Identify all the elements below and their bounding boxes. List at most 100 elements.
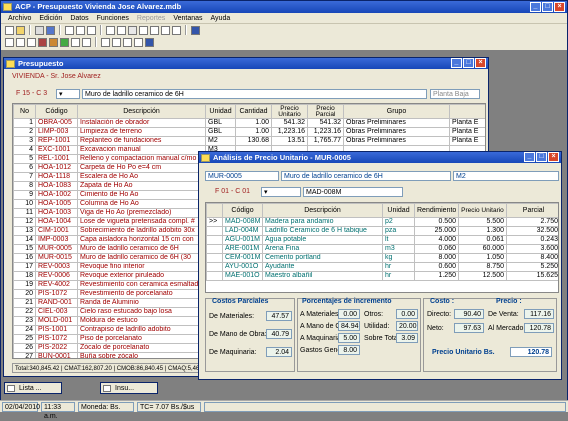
analisis-title-bar[interactable]: Análisis de Precio Unitario - MUR-0005 _…: [199, 152, 561, 163]
row-code[interactable]: ARE-001M: [222, 244, 263, 254]
row-code[interactable]: HOA-1004: [35, 217, 78, 227]
row-description[interactable]: Carpeta de Ho Po e=4 cm: [77, 163, 206, 173]
child-close-button[interactable]: ×: [475, 58, 486, 68]
row-number[interactable]: 23: [13, 316, 36, 326]
table-row[interactable]: 2 LIMP-003 Limpieza de terreno GBL 1.00 1,223…: [13, 127, 485, 137]
row-partial-price[interactable]: 1,223.16: [307, 127, 344, 137]
list-icon[interactable]: [139, 25, 148, 35]
grid-icon[interactable]: [106, 25, 115, 35]
child-maximize-button[interactable]: □: [463, 58, 474, 68]
costos-mano-value[interactable]: 40.79: [266, 329, 292, 339]
row-extra[interactable]: Planta E: [449, 118, 485, 128]
row-description[interactable]: Zócalo de porcelanato: [77, 343, 206, 353]
table-row[interactable]: AYU-001O Ayudante hr 0.600 8.750 5.250: [206, 262, 558, 272]
row-marker[interactable]: [206, 262, 223, 272]
row-description[interactable]: Excavacion manual: [77, 145, 206, 155]
save-icon[interactable]: [46, 25, 55, 35]
table-row[interactable]: >> MAD-008M Madera para andamio p2 0.500 5.50…: [206, 217, 558, 227]
row-description[interactable]: Revoque fino interior: [77, 262, 206, 272]
row-description[interactable]: Viga de Ho Ao (premezclado): [77, 208, 206, 218]
row-code[interactable]: MAD-008M: [222, 217, 263, 227]
row-number[interactable]: 6: [13, 163, 36, 173]
row-unit-price[interactable]: 1.050: [458, 253, 507, 263]
minimize-button[interactable]: _: [530, 2, 541, 12]
menu-datos[interactable]: Datos: [66, 13, 92, 23]
row-unit-price[interactable]: 1,223.16: [271, 127, 308, 137]
row-code[interactable]: REL-1001: [35, 154, 78, 164]
row-number[interactable]: 2: [13, 127, 36, 137]
row-number[interactable]: 12: [13, 217, 36, 227]
row-description[interactable]: Muro de ladrillo ceramico de 6H: [77, 244, 206, 254]
pct-mat-value[interactable]: 0.00: [338, 309, 360, 319]
table-row[interactable]: ARE-001M Arena Fina m3 0.060 60.000 3.600: [206, 244, 558, 254]
building-icon[interactable]: [82, 37, 91, 47]
analisis-close-button[interactable]: ×: [548, 152, 559, 162]
row-partial-price[interactable]: 541.32: [307, 118, 344, 128]
row-yield[interactable]: 8.000: [414, 253, 459, 263]
planta-field[interactable]: Planta Baja: [430, 89, 480, 99]
row-unit[interactable]: GBL: [205, 127, 236, 137]
col-rendimiento[interactable]: Rendimiento: [414, 203, 459, 218]
row-marker[interactable]: [206, 235, 223, 245]
row-code[interactable]: HOA-1005: [35, 199, 78, 209]
row-unit[interactable]: p2: [382, 217, 415, 227]
row-quantity[interactable]: 130.68: [235, 136, 272, 146]
document-icon[interactable]: [5, 37, 14, 47]
report-icon[interactable]: [150, 25, 159, 35]
pct-otros-value[interactable]: 0.00: [396, 309, 418, 319]
col-unidad[interactable]: Unidad: [382, 203, 415, 218]
row-code[interactable]: CIEL-003: [35, 307, 78, 317]
row-unit-price[interactable]: 60.000: [458, 244, 507, 254]
row-number[interactable]: 19: [13, 280, 36, 290]
col-descripcion[interactable]: Descripción: [77, 104, 206, 119]
row-description[interactable]: Replanteo de fundaciones: [77, 136, 206, 146]
row-code[interactable]: CEM-001M: [222, 253, 263, 263]
item-description-field[interactable]: Muro de ladrillo ceramico de 6H: [82, 89, 427, 99]
row-unit[interactable]: M2: [205, 136, 236, 146]
row-number[interactable]: 25: [13, 334, 36, 344]
row-description[interactable]: Cielo raso estucado bajo losa: [77, 307, 206, 317]
row-number[interactable]: 17: [13, 262, 36, 272]
row-number[interactable]: 16: [13, 253, 36, 263]
menu-ayuda[interactable]: Ayuda: [207, 13, 235, 23]
row-marker[interactable]: [206, 253, 223, 263]
row-partial[interactable]: 3.600: [506, 244, 558, 254]
row-partial[interactable]: 8.400: [506, 253, 558, 263]
copy-icon[interactable]: [76, 25, 85, 35]
row-unit[interactable]: hr: [382, 271, 415, 281]
menu-reportes[interactable]: Reportes: [133, 13, 169, 23]
row-unit-price[interactable]: 12.500: [458, 271, 507, 281]
row-description[interactable]: Muro de ladrillo ceramico de 6H (30: [77, 253, 206, 263]
row-code[interactable]: PIS-2022: [35, 343, 78, 353]
row-number[interactable]: 9: [13, 190, 36, 200]
row-unit[interactable]: pza: [382, 226, 415, 236]
row-unit[interactable]: kg: [382, 253, 415, 263]
precio-unitario-value[interactable]: 120.78: [510, 347, 552, 357]
col-precio-unitario[interactable]: Precio Unitario: [271, 104, 308, 119]
open-folder-icon[interactable]: [16, 25, 25, 35]
paste-icon[interactable]: [87, 25, 96, 35]
maximize-button[interactable]: □: [542, 2, 553, 12]
costo-neto-value[interactable]: 97.63: [454, 323, 484, 333]
row-number[interactable]: 14: [13, 235, 36, 245]
row-description[interactable]: Contrapiso de ladrillo adobito: [77, 325, 206, 335]
row-description[interactable]: Revoque exterior piruleado: [77, 271, 206, 281]
row-code[interactable]: MUR-0005: [35, 244, 78, 254]
truck-icon[interactable]: [71, 37, 80, 47]
table-row[interactable]: AGU-001M Agua potable lt 4.000 0.061 0.243: [206, 235, 558, 245]
row-code[interactable]: REV-0003: [35, 262, 78, 272]
row-code[interactable]: REV-0006: [35, 271, 78, 281]
row-yield[interactable]: 25.000: [414, 226, 459, 236]
cut-icon[interactable]: [65, 25, 74, 35]
row-description[interactable]: Lose de vigueta pretensada compl. #: [77, 217, 206, 227]
precio-mercado-value[interactable]: 120.78: [524, 323, 554, 333]
row-number[interactable]: 15: [13, 244, 36, 254]
table-icon[interactable]: [117, 25, 126, 35]
row-unit[interactable]: GBL: [205, 118, 236, 128]
row-description[interactable]: Revestimiento de porcelanato: [77, 289, 206, 299]
book-icon[interactable]: [38, 37, 47, 47]
row-description[interactable]: Zapata de Ho Ao: [77, 181, 206, 191]
row-description[interactable]: Relleno y compactacion manual c/mo: [77, 154, 206, 164]
row-unit[interactable]: lt: [382, 235, 415, 245]
costos-materiales-value[interactable]: 47.57: [266, 311, 292, 321]
